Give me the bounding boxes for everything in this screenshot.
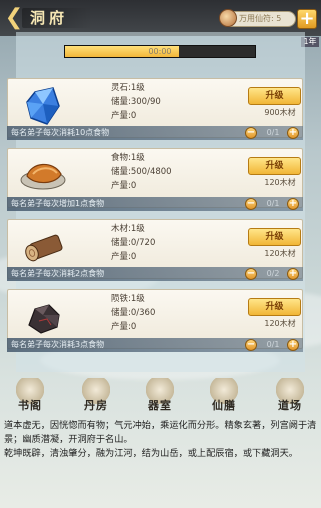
- resource-output: 产量:0: [111, 322, 137, 332]
- increase-workers-button[interactable]: +: [287, 127, 299, 139]
- currency-text: 万用仙符: 5: [239, 14, 282, 23]
- resource-output: 产量:0: [111, 111, 137, 121]
- upgrade-button[interactable]: 升级: [248, 228, 301, 246]
- decrease-workers-button[interactable]: −: [245, 268, 257, 280]
- upgrade-cost: 120木材: [264, 178, 296, 187]
- allocation-hint: 每名弟子每次消耗10点食物: [11, 128, 110, 137]
- allocation-hint: 每名弟子每次消耗3点食物: [11, 340, 105, 349]
- nav-label: 道场: [278, 399, 302, 412]
- resource-level: 陨铁:1级: [111, 294, 145, 304]
- nav-alchemy-button[interactable]: 丹房: [78, 378, 114, 418]
- worker-allocation-row: 每名弟子每次消耗10点食物 − 0/1 +: [7, 126, 303, 140]
- lore-paragraph: 乾坤既辟，清浊肇分，融为江河，结为山岳，或上配辰宿，或下藏洞天。: [4, 448, 298, 459]
- worker-count: 0/1: [266, 199, 280, 208]
- nav-forge-button[interactable]: 器室: [142, 378, 178, 418]
- resource-output: 产量:0: [111, 181, 137, 191]
- wood-log-icon: [13, 225, 75, 271]
- nav-library-button[interactable]: 书阁: [12, 378, 48, 418]
- nav-label: 丹房: [84, 399, 108, 412]
- lore-description: 道本虚无，因恍惚而有物；气元冲始，乘运化而分形。精象玄著，列宫阙于清景；幽质潜凝…: [4, 419, 318, 461]
- resource-storage: 储量:500/4800: [111, 167, 172, 177]
- resource-level: 食物:1级: [111, 153, 145, 163]
- worker-allocation-row: 每名弟子每次增加1点食物 − 0/1 +: [7, 197, 303, 211]
- page-title: 洞府: [30, 9, 69, 27]
- upgrade-cost: 900木材: [264, 108, 296, 117]
- decrease-workers-button[interactable]: −: [245, 198, 257, 210]
- resource-storage: 储量:300/90: [111, 97, 161, 107]
- decrease-workers-button[interactable]: −: [245, 127, 257, 139]
- progress-timer: 00:00: [148, 47, 172, 56]
- allocation-hint: 每名弟子每次消耗2点食物: [11, 269, 105, 278]
- production-progress-bar: 00:00: [64, 45, 256, 58]
- upgrade-cost: 120木材: [264, 319, 296, 328]
- nav-dojo-button[interactable]: 道场: [272, 378, 308, 418]
- worker-count: 0/1: [266, 128, 280, 137]
- worker-allocation-row: 每名弟子每次消耗2点食物 − 0/2 +: [7, 267, 303, 281]
- allocation-hint: 每名弟子每次增加1点食物: [11, 199, 105, 208]
- talisman-icon: [219, 9, 237, 27]
- decrease-workers-button[interactable]: −: [245, 339, 257, 351]
- upgrade-button[interactable]: 升级: [248, 87, 301, 105]
- resource-output: 产量:0: [111, 252, 137, 262]
- food-icon: [13, 154, 75, 200]
- nav-label: 书阁: [18, 399, 42, 412]
- nav-label: 器室: [148, 399, 172, 412]
- upgrade-cost: 120木材: [264, 249, 296, 258]
- resource-info: 陨铁:1级 储量:0/360 产量:0: [111, 292, 231, 334]
- increase-workers-button[interactable]: +: [287, 198, 299, 210]
- building-nav: 书阁 丹房 器室 仙膳 道场: [0, 378, 321, 422]
- lore-paragraph: 道本虚无，因恍惚而有物；气元冲始，乘运化而分形。精象玄著，列宫阙于清景；幽质潜凝…: [4, 420, 317, 445]
- nav-kitchen-button[interactable]: 仙膳: [206, 378, 242, 418]
- increase-workers-button[interactable]: +: [287, 268, 299, 280]
- add-currency-button[interactable]: +: [297, 9, 317, 29]
- increase-workers-button[interactable]: +: [287, 339, 299, 351]
- resource-storage: 储量:0/720: [111, 238, 156, 248]
- resource-storage: 储量:0/360: [111, 308, 156, 318]
- game-screen: ❮ 洞府 万用仙符: 5 + 1年 00:00 灵石:1级 储量:300/90 …: [0, 0, 321, 508]
- upgrade-button[interactable]: 升级: [248, 298, 301, 316]
- spirit-stone-icon: [13, 84, 75, 130]
- worker-count: 0/2: [266, 269, 280, 278]
- resource-info: 食物:1级 储量:500/4800 产量:0: [111, 151, 231, 193]
- resource-info: 木材:1级 储量:0/720 产量:0: [111, 222, 231, 264]
- resource-level: 木材:1级: [111, 224, 145, 234]
- worker-allocation-row: 每名弟子每次消耗3点食物 − 0/1 +: [7, 338, 303, 352]
- upgrade-button[interactable]: 升级: [248, 157, 301, 175]
- nav-label: 仙膳: [212, 399, 236, 412]
- resource-level: 灵石:1级: [111, 83, 145, 93]
- resource-info: 灵石:1级 储量:300/90 产量:0: [111, 81, 231, 123]
- meteor-iron-icon: [13, 295, 75, 341]
- worker-count: 0/1: [266, 340, 280, 349]
